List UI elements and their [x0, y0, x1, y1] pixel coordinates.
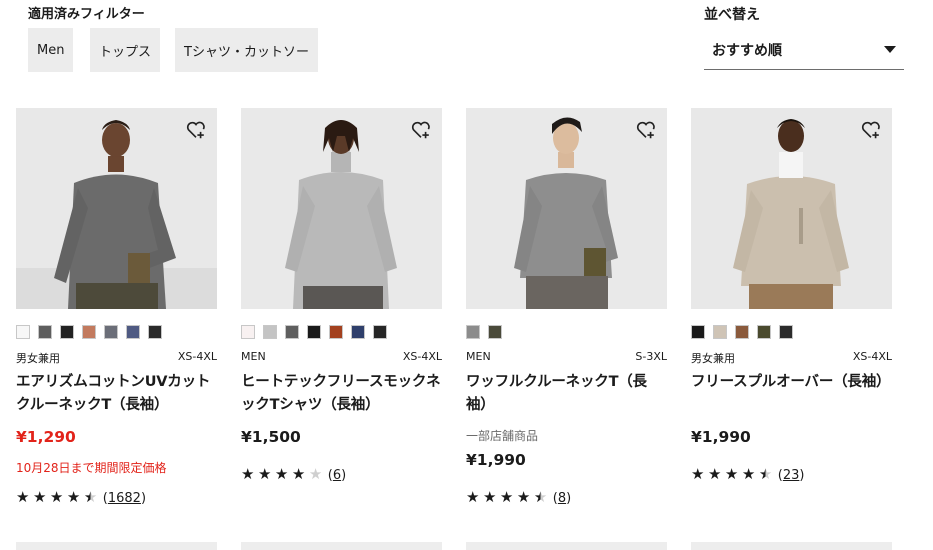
promo-text: 10月28日まで期間限定価格 — [16, 461, 167, 475]
product-rating[interactable]: ★ ★ ★ ★ ★ (8) — [466, 490, 571, 506]
color-swatch[interactable] — [757, 325, 771, 339]
review-count[interactable]: (6) — [328, 468, 346, 483]
filter-chip-tops[interactable]: トップス — [90, 28, 161, 72]
sort-dropdown[interactable]: おすすめ順 — [704, 30, 904, 70]
star-icon: ★ — [291, 465, 306, 483]
sort-title: 並べ替え — [704, 7, 760, 23]
product-sizes: XS-4XL — [852, 350, 892, 363]
product-image-next-row[interactable] — [16, 542, 217, 550]
product-image-next-row[interactable] — [691, 542, 892, 550]
color-swatch[interactable] — [38, 325, 52, 339]
star-icon: ★ — [482, 488, 497, 506]
product-gender: MEN — [241, 350, 266, 363]
color-swatches — [16, 325, 162, 339]
product-gender: 男女兼用 — [691, 352, 735, 365]
filter-chip-men[interactable]: Men — [28, 28, 74, 72]
product-rating[interactable]: ★ ★ ★ ★ ★ (1682) — [16, 490, 146, 506]
product-image[interactable] — [241, 108, 442, 309]
product-rating[interactable]: ★ ★ ★ ★ ★ (6) — [241, 467, 346, 483]
product-sizes: XS-4XL — [177, 350, 217, 363]
star-icon: ★ — [32, 488, 47, 506]
color-swatch[interactable] — [104, 325, 118, 339]
review-count[interactable]: (1682) — [103, 491, 146, 506]
color-swatch[interactable] — [735, 325, 749, 339]
rating-stars: ★ ★ ★ ★ ★ — [691, 467, 776, 483]
color-swatch[interactable] — [351, 325, 365, 339]
rating-stars: ★ ★ ★ ★ ★ — [16, 490, 101, 506]
color-swatch[interactable] — [241, 325, 255, 339]
color-swatch[interactable] — [263, 325, 277, 339]
star-icon: ★ — [308, 465, 323, 483]
product-price: ¥1,500 — [241, 428, 301, 446]
product-card[interactable]: 男女兼用 XS-4XL エアリズムコットンUVカットクルーネックT（長袖） ¥1… — [16, 108, 217, 506]
color-swatch[interactable] — [82, 325, 96, 339]
star-icon: ★ — [499, 488, 514, 506]
product-image-next-row[interactable] — [466, 542, 667, 550]
color-swatch[interactable] — [285, 325, 299, 339]
color-swatch[interactable] — [779, 325, 793, 339]
product-name[interactable]: ヒートテックフリースモックネックTシャツ（長袖） — [241, 371, 442, 417]
rating-stars: ★ ★ ★ ★ ★ — [241, 467, 326, 483]
color-swatches — [691, 325, 793, 339]
color-swatch[interactable] — [148, 325, 162, 339]
product-name[interactable]: ワッフルクルーネックT（長袖） — [466, 371, 667, 417]
product-price: ¥1,290 — [16, 428, 76, 446]
product-gender: MEN — [466, 350, 491, 363]
product-image-next-row[interactable] — [241, 542, 442, 550]
product-card[interactable]: MEN XS-4XL ヒートテックフリースモックネックTシャツ（長袖） ¥1,5… — [241, 108, 442, 483]
star-icon: ★ — [516, 488, 531, 506]
color-swatch[interactable] — [466, 325, 480, 339]
star-icon: ★ — [49, 488, 64, 506]
star-icon: ★ — [274, 465, 289, 483]
filter-chip-tshirts[interactable]: Tシャツ・カットソー — [175, 28, 318, 72]
star-icon: ★ — [66, 488, 81, 506]
product-image[interactable] — [691, 108, 892, 309]
star-icon: ★ — [83, 488, 98, 506]
product-price: ¥1,990 — [466, 451, 526, 469]
star-icon: ★ — [741, 465, 756, 483]
product-name[interactable]: フリースプルオーバー（長袖） — [691, 371, 892, 394]
star-icon: ★ — [707, 465, 722, 483]
product-card[interactable]: MEN S-3XL ワッフルクルーネックT（長袖） 一部店舗商品 ¥1,990 … — [466, 108, 667, 506]
color-swatch[interactable] — [60, 325, 74, 339]
product-image[interactable] — [466, 108, 667, 309]
color-swatch[interactable] — [16, 325, 30, 339]
product-name[interactable]: エアリズムコットンUVカットクルーネックT（長袖） — [16, 371, 217, 417]
heart-plus-icon[interactable] — [410, 119, 432, 141]
heart-plus-icon[interactable] — [635, 119, 657, 141]
star-icon: ★ — [466, 488, 480, 506]
applied-filters-title: 適用済みフィルター — [28, 7, 145, 22]
review-count[interactable]: (8) — [553, 491, 571, 506]
color-swatch[interactable] — [373, 325, 387, 339]
color-swatch[interactable] — [713, 325, 727, 339]
color-swatch[interactable] — [126, 325, 140, 339]
star-icon: ★ — [758, 465, 773, 483]
star-icon: ★ — [533, 488, 548, 506]
sort-selected-value: おすすめ順 — [712, 42, 782, 59]
heart-plus-icon[interactable] — [185, 119, 207, 141]
heart-plus-icon[interactable] — [860, 119, 882, 141]
product-sizes: S-3XL — [635, 350, 667, 363]
color-swatches — [466, 325, 502, 339]
store-only-note: 一部店舗商品 — [466, 429, 539, 443]
color-swatch[interactable] — [691, 325, 705, 339]
product-rating[interactable]: ★ ★ ★ ★ ★ (23) — [691, 467, 804, 483]
product-image[interactable] — [16, 108, 217, 309]
product-gender: 男女兼用 — [16, 352, 60, 365]
product-price: ¥1,990 — [691, 428, 751, 446]
product-sizes: XS-4XL — [402, 350, 442, 363]
star-icon: ★ — [241, 465, 255, 483]
star-icon: ★ — [724, 465, 739, 483]
color-swatches — [241, 325, 387, 339]
review-count[interactable]: (23) — [778, 468, 805, 483]
color-swatch[interactable] — [488, 325, 502, 339]
rating-stars: ★ ★ ★ ★ ★ — [466, 490, 551, 506]
star-icon: ★ — [691, 465, 705, 483]
chevron-down-icon — [884, 46, 896, 53]
color-swatch[interactable] — [329, 325, 343, 339]
color-swatch[interactable] — [307, 325, 321, 339]
star-icon: ★ — [257, 465, 272, 483]
star-icon: ★ — [16, 488, 30, 506]
product-card[interactable]: 男女兼用 XS-4XL フリースプルオーバー（長袖） ¥1,990 ★ ★ ★ ★ ★ … — [691, 108, 892, 483]
